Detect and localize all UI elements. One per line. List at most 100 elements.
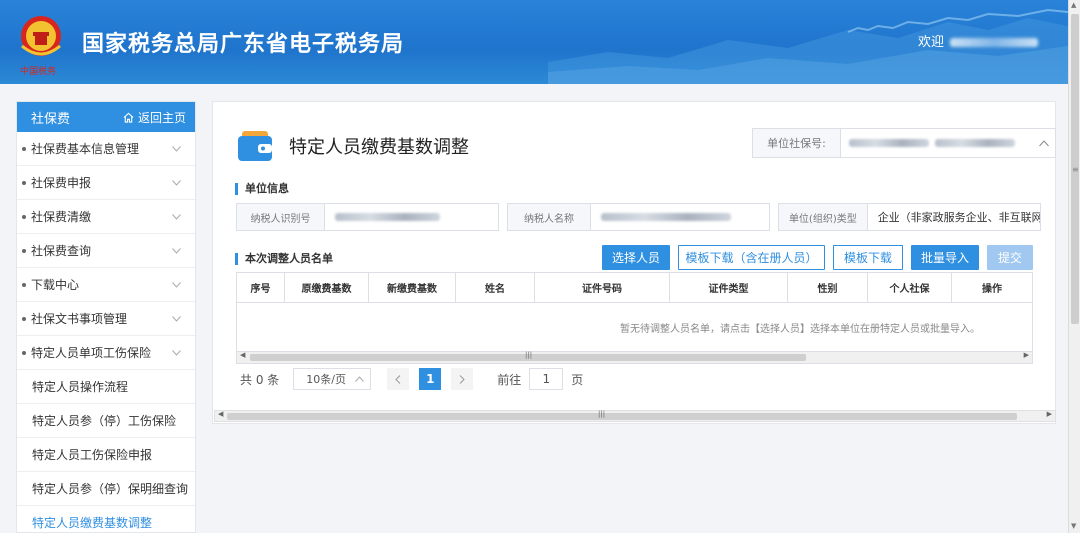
unit-info-row: 纳税人识别号 纳税人名称 单位(组织)类型 企业（非家政服务企业、非互联网	[236, 203, 1041, 231]
sidebar-item-label: 社保费清缴	[31, 210, 92, 224]
col-actions: 操作	[982, 284, 1002, 295]
unit-social-label: 单位社保号:	[753, 129, 841, 157]
taxpayer-name-label: 纳税人名称	[508, 204, 591, 230]
chevron-down-icon	[172, 281, 181, 288]
sidebar: 社保费 返回主页 社保费基本信息管理 社保费申报 社保费清缴 社保费查询 下载中…	[16, 101, 196, 533]
sidebar-subitem-base-adjust[interactable]: 特定人员缴费基数调整	[17, 506, 195, 533]
chevron-left-icon	[395, 374, 401, 384]
col-id-type: 证件类型	[670, 273, 788, 302]
back-home-link[interactable]: 返回主页	[123, 109, 186, 126]
table-horizontal-scrollbar[interactable]: ◀ ||| ▶	[237, 351, 1032, 363]
sidebar-item-documents[interactable]: 社保文书事项管理	[17, 302, 195, 336]
scroll-up-icon[interactable]: ▲	[1071, 1, 1076, 9]
wallet-icon	[238, 131, 272, 161]
chevron-down-icon	[172, 247, 181, 254]
select-person-button[interactable]: 选择人员	[602, 245, 670, 270]
scroll-grip-icon: |||	[525, 351, 533, 359]
action-buttons: 选择人员 模板下载（含在册人员） 模板下载 批量导入 提交	[602, 245, 1033, 270]
welcome-label: 欢迎	[918, 35, 945, 50]
scroll-right-icon[interactable]: ▶	[1047, 410, 1052, 418]
scroll-left-icon[interactable]: ◀	[218, 410, 223, 418]
page-vertical-scrollbar[interactable]: ▲ ≡ ▼	[1068, 0, 1080, 533]
sidebar-title: 社保费	[31, 111, 71, 127]
sidebar-item-payment[interactable]: 社保费清缴	[17, 200, 195, 234]
col-name: 姓名	[456, 273, 535, 302]
bullet-icon	[22, 180, 26, 185]
sidebar-header: 社保费 返回主页	[17, 102, 195, 132]
col-gender: 性别	[788, 273, 868, 302]
sidebar-item-label: 特定人员单项工伤保险	[31, 346, 152, 360]
page-title: 特定人员缴费基数调整	[289, 137, 469, 158]
goto-label: 前往	[497, 372, 522, 387]
taxpayer-name-field: 纳税人名称	[507, 203, 770, 231]
sidebar-item-label: 下载中心	[31, 278, 80, 292]
chevron-down-icon	[172, 349, 181, 356]
scroll-down-icon[interactable]: ▼	[1071, 522, 1076, 530]
sidebar-item-injury-insurance[interactable]: 特定人员单项工伤保险	[17, 336, 195, 370]
bullet-icon	[22, 350, 26, 355]
sidebar-item-label: 社保费申报	[31, 176, 92, 190]
tax-emblem-icon: 中国税务	[20, 16, 61, 76]
goto-page-input[interactable]: 1	[529, 368, 564, 390]
pagination: 共 0 条 10条/页 1 前往 1 页	[240, 368, 583, 390]
pagination-total: 共 0 条	[240, 372, 280, 387]
col-id-number: 证件号码	[535, 273, 670, 302]
sidebar-item-basic-info[interactable]: 社保费基本信息管理	[17, 132, 195, 166]
taxpayer-id-label: 纳税人识别号	[237, 204, 325, 230]
sidebar-item-query[interactable]: 社保费查询	[17, 234, 195, 268]
sidebar-subitem-process[interactable]: 特定人员操作流程	[17, 370, 195, 404]
bullet-icon	[22, 316, 26, 321]
redacted-value	[849, 139, 929, 147]
redacted-value	[335, 213, 440, 221]
section-unit-info: 单位信息	[235, 183, 289, 195]
bullet-icon	[22, 214, 26, 219]
table-header: 序号 原缴费基数 新缴费基数 姓名 证件号码 证件类型 性别 个人社保 操作	[237, 273, 1032, 303]
svg-text:中国税务: 中国税务	[20, 65, 56, 76]
template-download-registered-button[interactable]: 模板下载（含在册人员）	[678, 245, 825, 270]
page-size-select[interactable]: 10条/页	[293, 368, 372, 390]
template-download-button[interactable]: 模板下载	[833, 245, 903, 270]
prev-page-button[interactable]	[387, 368, 410, 390]
batch-import-button[interactable]: 批量导入	[911, 245, 979, 270]
sidebar-subitem-detail-query[interactable]: 特定人员参（停）保明细查询	[17, 472, 195, 506]
redacted-value	[935, 139, 1015, 147]
submit-button[interactable]: 提交	[987, 245, 1033, 270]
taxpayer-id-field: 纳税人识别号	[236, 203, 499, 231]
redacted-username	[950, 38, 1039, 47]
sidebar-subitem-enroll[interactable]: 特定人员参（停）工伤保险	[17, 404, 195, 438]
unit-social-number-select[interactable]: 单位社保号:	[752, 128, 1056, 158]
sidebar-item-declaration[interactable]: 社保费申报	[17, 166, 195, 200]
org-type-value: 企业（非家政服务企业、非互联网	[877, 211, 1040, 224]
chevron-up-icon	[355, 376, 365, 382]
page-number-current[interactable]: 1	[419, 368, 442, 390]
chevron-down-icon	[172, 315, 181, 322]
scroll-grip-icon: |||	[598, 410, 606, 418]
chevron-down-icon	[172, 145, 181, 152]
scrollbar-thumb[interactable]	[227, 413, 1017, 420]
sidebar-item-download[interactable]: 下载中心	[17, 268, 195, 302]
empty-table-message: 暂无待调整人员名单，请点击【选择人员】选择本单位在册特定人员或批量导入。	[620, 323, 980, 335]
chevron-up-icon	[1039, 139, 1049, 146]
col-new-base: 新缴费基数	[369, 273, 456, 302]
sidebar-item-label: 社保文书事项管理	[31, 312, 128, 326]
sidebar-subitem-declare[interactable]: 特定人员工伤保险申报	[17, 438, 195, 472]
panel-horizontal-scrollbar[interactable]: ◀ ||| ▶	[214, 410, 1056, 422]
org-type-label: 单位(组织)类型	[779, 204, 868, 230]
page-suffix: 页	[571, 372, 584, 387]
scroll-right-icon[interactable]: ▶	[1024, 351, 1029, 359]
sidebar-item-label: 社保费查询	[31, 244, 92, 258]
sidebar-item-label: 社保费基本信息管理	[31, 142, 140, 156]
scroll-left-icon[interactable]: ◀	[240, 351, 245, 359]
chevron-right-icon	[459, 374, 465, 384]
site-title: 国家税务总局广东省电子税务局	[82, 32, 405, 57]
redacted-value	[601, 213, 731, 221]
col-old-base: 原缴费基数	[285, 273, 369, 302]
next-page-button[interactable]	[451, 368, 474, 390]
welcome-text: 欢迎	[918, 31, 1039, 50]
bullet-icon	[22, 146, 26, 151]
section-adjust-list: 本次调整人员名单	[235, 253, 333, 265]
back-home-label: 返回主页	[137, 110, 186, 125]
scroll-grip-icon: ≡	[1072, 165, 1079, 174]
unit-social-value	[841, 129, 1039, 157]
adjust-table: 序号 原缴费基数 新缴费基数 姓名 证件号码 证件类型 性别 个人社保 操作 暂…	[236, 272, 1033, 364]
